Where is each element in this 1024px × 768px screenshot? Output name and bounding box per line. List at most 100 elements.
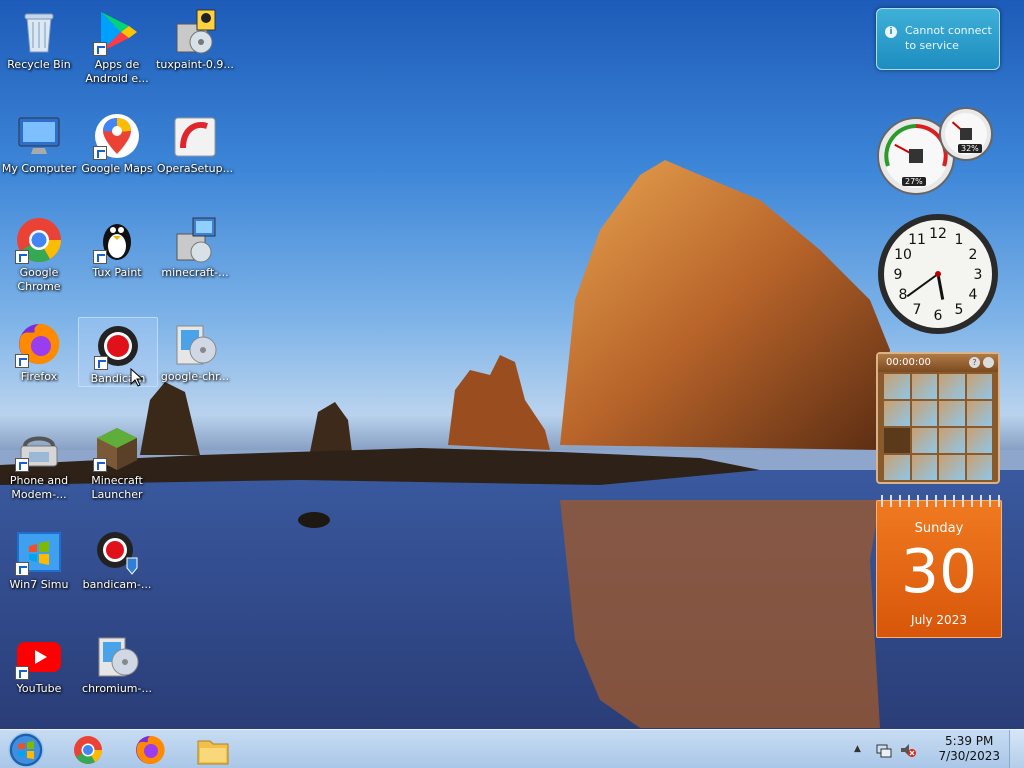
svg-text:2: 2 (969, 247, 978, 263)
puzzle-tile[interactable] (966, 455, 992, 480)
desktop-icon-minecraft-installer[interactable]: minecraft-... (156, 212, 234, 280)
firefox-icon (136, 735, 165, 764)
shortcut-arrow-icon (93, 146, 107, 160)
volume-muted-icon[interactable] (900, 742, 916, 758)
desktop-icon-tuxpaint-installer[interactable]: tuxpaint-0.9... (156, 4, 234, 72)
shortcut-arrow-icon (93, 250, 107, 264)
icon-label: Apps de Android e... (85, 58, 149, 85)
taskbar-explorer-button[interactable] (186, 732, 238, 768)
cpu-meter-gadget[interactable]: 27% 32% (874, 104, 1000, 196)
info-icon: i (885, 26, 897, 38)
minecraft-icon (93, 424, 141, 472)
start-button[interactable] (4, 730, 46, 768)
svg-text:7: 7 (913, 302, 922, 318)
mouse-cursor-icon (130, 368, 144, 387)
calendar-rings (877, 495, 1001, 507)
notification-gadget[interactable]: i Cannot connect to service (876, 8, 1000, 70)
desktop-icon-firefox[interactable]: Firefox (0, 316, 78, 384)
svg-text:11: 11 (908, 232, 926, 248)
puzzle-tile[interactable] (911, 455, 937, 480)
desktop-icon-tux-paint[interactable]: Tux Paint (78, 212, 156, 280)
desktop[interactable]: Recycle Bin Apps de Android e... tuxpain… (0, 0, 1024, 768)
installer-icon (171, 8, 219, 56)
win7-simu-icon (15, 528, 63, 576)
svg-text:8: 8 (899, 287, 908, 303)
icon-label: Bandicam (90, 372, 146, 385)
desktop-icon-google-chrome-installer[interactable]: google-chr... (156, 316, 234, 384)
puzzle-tile[interactable] (939, 401, 965, 426)
desktop-icon-bandicam[interactable]: Bandicam (78, 317, 158, 387)
youtube-icon (15, 632, 63, 680)
puzzle-grid (884, 374, 992, 480)
icon-label: Firefox (20, 370, 58, 383)
firefox-icon (15, 320, 63, 368)
shortcut-arrow-icon (15, 562, 29, 576)
puzzle-tile[interactable] (939, 374, 965, 399)
desktop-icon-youtube[interactable]: YouTube (0, 628, 78, 696)
puzzle-tile[interactable] (966, 401, 992, 426)
start-orb-icon (8, 732, 44, 768)
desktop-icon-minecraft-launcher[interactable]: Minecraft Launcher (78, 420, 156, 502)
installer-disc-icon (93, 632, 141, 680)
puzzle-tile[interactable] (939, 455, 965, 480)
desktop-icon-chromium-installer[interactable]: chromium-... (78, 628, 156, 696)
puzzle-tile[interactable] (966, 374, 992, 399)
icon-label: OperaSetup... (156, 162, 234, 175)
svg-text:10: 10 (894, 247, 912, 263)
puzzle-tile[interactable] (939, 428, 965, 453)
shortcut-arrow-icon (15, 666, 29, 680)
desktop-icon-my-computer[interactable]: My Computer (0, 108, 78, 176)
puzzle-tile[interactable] (911, 401, 937, 426)
puzzle-tile[interactable] (911, 428, 937, 453)
puzzle-empty-slot (884, 428, 910, 453)
picture-puzzle-gadget[interactable]: 00:00:00 ? (876, 352, 1000, 484)
icon-label: Win7 Simu (9, 578, 69, 591)
desktop-icon-recycle-bin[interactable]: Recycle Bin (0, 4, 78, 72)
puzzle-tile[interactable] (884, 455, 910, 480)
help-icon[interactable]: ? (969, 357, 980, 368)
show-desktop-button[interactable] (1009, 730, 1024, 768)
desktop-icon-bandicam-installer[interactable]: bandicam-... (78, 524, 156, 592)
shortcut-arrow-icon (93, 458, 107, 472)
shortcut-arrow-icon (15, 354, 29, 368)
puzzle-tile[interactable] (911, 374, 937, 399)
desktop-icon-phone-modem[interactable]: Phone and Modem-... (0, 420, 78, 502)
puzzle-tile[interactable] (884, 401, 910, 426)
taskbar-clock[interactable]: 5:39 PM 7/30/2023 (938, 734, 1000, 764)
calendar-gadget[interactable]: Sunday 30 July 2023 (876, 495, 1002, 638)
chrome-icon (74, 736, 102, 764)
settings-icon[interactable] (983, 357, 994, 368)
icon-label: Minecraft Launcher (91, 474, 143, 501)
icon-label: Phone and Modem-... (9, 474, 69, 501)
google-play-icon (93, 8, 141, 56)
bandicam-icon (94, 322, 142, 370)
desktop-icon-google-maps[interactable]: Google Maps (78, 108, 156, 176)
puzzle-tile[interactable] (966, 428, 992, 453)
taskbar-chrome-button[interactable] (62, 732, 114, 768)
desktop-icon-opera-setup[interactable]: OperaSetup... (156, 108, 234, 176)
puzzle-timer: 00:00:00 (886, 357, 931, 368)
desktop-icon-google-chrome[interactable]: Google Chrome (0, 212, 78, 294)
chrome-icon (15, 216, 63, 264)
svg-text:4: 4 (969, 287, 978, 303)
system-tray: ▲ 5:39 PM 7/30/2023 (854, 730, 1024, 768)
installer-icon (171, 216, 219, 264)
svg-text:9: 9 (894, 267, 903, 283)
calendar-weekday: Sunday (914, 521, 964, 536)
desktop-icon-win7-simu[interactable]: Win7 Simu (0, 524, 78, 592)
shortcut-arrow-icon (94, 356, 108, 370)
google-maps-icon (93, 112, 141, 160)
icon-label: bandicam-... (82, 578, 152, 591)
shortcut-arrow-icon (93, 42, 107, 56)
puzzle-tile[interactable] (884, 374, 910, 399)
network-icon[interactable] (876, 742, 892, 758)
show-hidden-icons-arrow[interactable]: ▲ (854, 744, 861, 754)
icon-label: minecraft-... (161, 266, 229, 279)
puzzle-toolbar: 00:00:00 ? (878, 354, 998, 372)
computer-icon (15, 112, 63, 160)
desktop-icon-apps-android[interactable]: Apps de Android e... (78, 4, 156, 86)
svg-text:6: 6 (934, 308, 943, 324)
taskbar-date: 7/30/2023 (938, 749, 1000, 763)
taskbar-firefox-button[interactable] (124, 732, 176, 768)
clock-gadget[interactable]: 12 1 2 345 678 9 10 11 (876, 212, 1000, 336)
